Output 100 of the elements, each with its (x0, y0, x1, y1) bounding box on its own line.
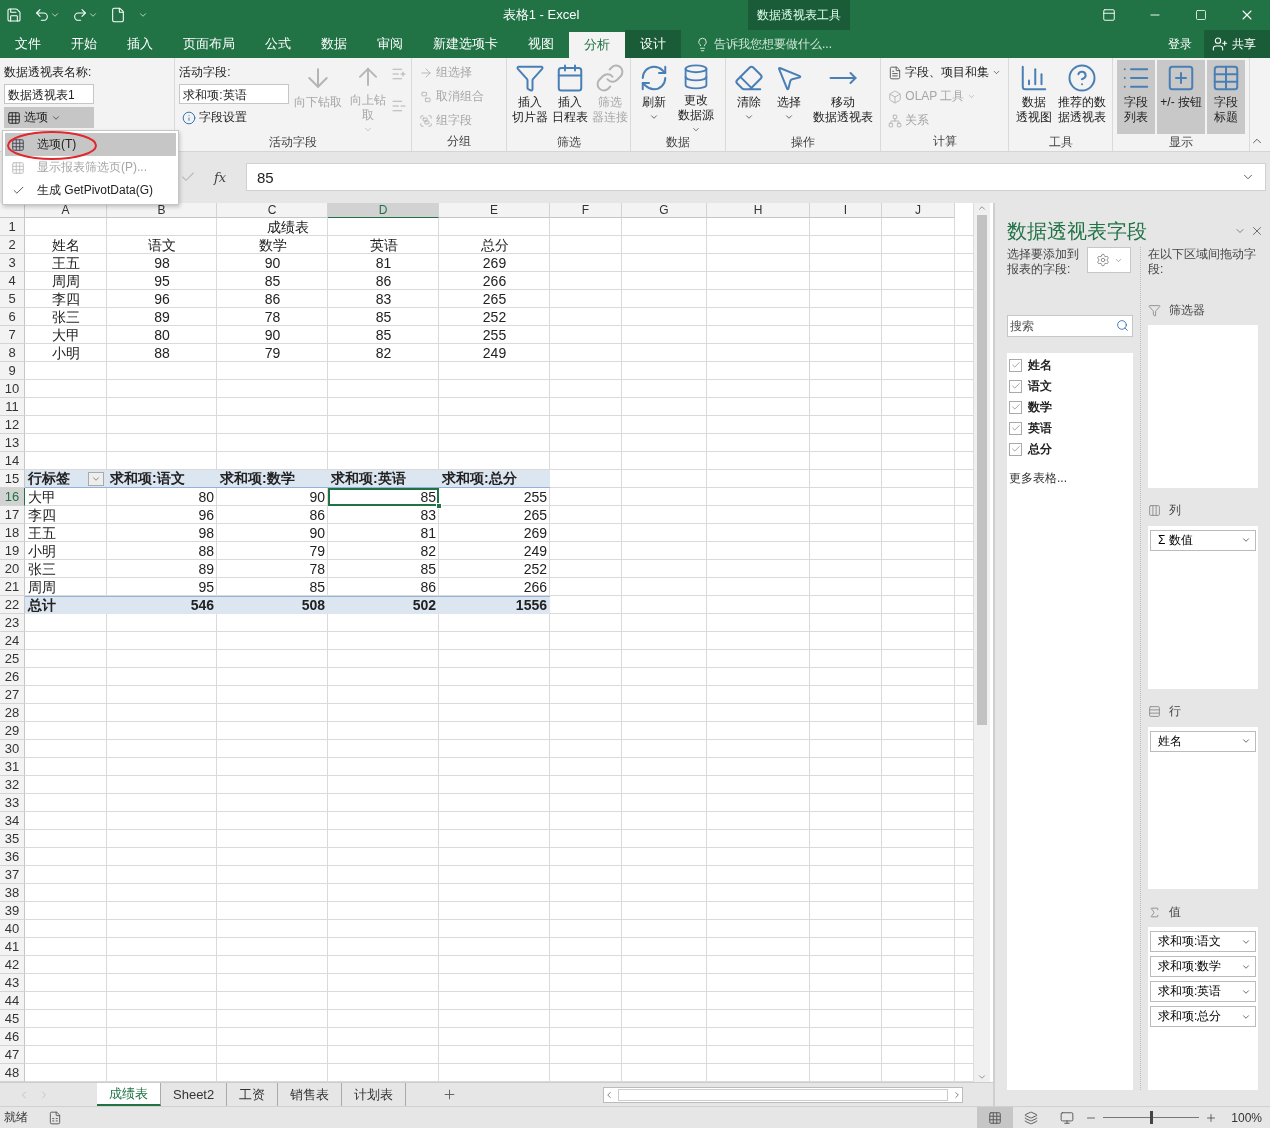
row-header[interactable]: 28 (0, 704, 25, 722)
row-header[interactable]: 5 (0, 290, 25, 308)
ribbon-tab[interactable]: 公式 (250, 30, 306, 58)
ribbon-button[interactable]: 刷新 (635, 60, 674, 134)
checkbox[interactable] (1009, 421, 1022, 435)
more-tables-link[interactable]: 更多表格... (1009, 470, 1131, 487)
normal-view-button[interactable] (977, 1107, 1014, 1128)
row-header[interactable]: 39 (0, 902, 25, 920)
row-header[interactable]: 24 (0, 632, 25, 650)
column-header[interactable]: B (107, 203, 217, 218)
insert-function-button[interactable]: fx (214, 169, 227, 185)
share-button[interactable]: 共享 (1204, 30, 1270, 58)
row-header[interactable]: 35 (0, 830, 25, 848)
area-field-item[interactable]: 求和项:英语 (1150, 981, 1256, 1003)
ribbon-tab[interactable]: 审阅 (362, 30, 418, 58)
tell-me-field[interactable]: 告诉我您想要做什么... (714, 35, 832, 53)
pivot-name-field[interactable]: 数据透视表1 (4, 84, 94, 104)
row-header[interactable]: 29 (0, 722, 25, 740)
row-header[interactable]: 22 (0, 596, 25, 614)
row-header[interactable]: 15 (0, 470, 25, 488)
scroll-thumb[interactable] (977, 215, 987, 725)
row-header[interactable]: 2 (0, 236, 25, 254)
drop-area[interactable]: Σ 数值 (1148, 525, 1258, 689)
ribbon-button[interactable]: 选择 (770, 60, 809, 134)
column-header[interactable]: J (882, 203, 955, 218)
ribbon-tab[interactable]: 开始 (56, 30, 112, 58)
ribbon-button[interactable]: +/- 按钮 (1157, 60, 1205, 134)
filter-dropdown-button[interactable] (88, 471, 104, 486)
column-header[interactable]: H (707, 203, 810, 218)
row-header[interactable]: 26 (0, 668, 25, 686)
row-header[interactable]: 34 (0, 812, 25, 830)
row-header[interactable]: 11 (0, 398, 25, 416)
row-header[interactable]: 23 (0, 614, 25, 632)
formula-field[interactable]: 85 (246, 163, 1266, 191)
area-field-item[interactable]: 求和项:语文 (1150, 931, 1256, 953)
scroll-thumb[interactable] (618, 1088, 949, 1101)
ribbon-button[interactable]: 移动数据透视表 (810, 60, 877, 134)
search-field[interactable]: 搜索 (1007, 315, 1133, 337)
ribbon-tab[interactable]: 设计 (625, 30, 681, 58)
row-header[interactable]: 42 (0, 956, 25, 974)
row-header[interactable]: 46 (0, 1028, 25, 1046)
row-header[interactable]: 32 (0, 776, 25, 794)
row-header[interactable]: 37 (0, 866, 25, 884)
area-field-item[interactable]: Σ 数值 (1150, 529, 1256, 551)
ribbon-tab[interactable]: 页面布局 (168, 30, 250, 58)
zoom-thumb[interactable] (1150, 1111, 1154, 1124)
row-header[interactable]: 44 (0, 992, 25, 1010)
ribbon-tab[interactable]: 视图 (513, 30, 569, 58)
row-header[interactable]: 3 (0, 254, 25, 272)
row-header[interactable]: 13 (0, 434, 25, 452)
row-header[interactable]: 12 (0, 416, 25, 434)
active-field-field[interactable]: 求和项:英语 (179, 84, 290, 104)
row-header[interactable]: 45 (0, 1010, 25, 1028)
vertical-scrollbar[interactable] (973, 203, 990, 1082)
settings-button[interactable] (1087, 247, 1131, 273)
menu-item[interactable]: 生成 GetPivotData(G) (5, 179, 176, 202)
row-header[interactable]: 21 (0, 578, 25, 596)
row-header[interactable]: 43 (0, 974, 25, 992)
row-header[interactable]: 16 (0, 488, 25, 506)
horizontal-scrollbar[interactable] (603, 1086, 964, 1103)
row-header[interactable]: 25 (0, 650, 25, 668)
ribbon-tab[interactable]: 插入 (112, 30, 168, 58)
row-header[interactable]: 6 (0, 308, 25, 326)
row-header[interactable]: 31 (0, 758, 25, 776)
ribbon-button[interactable]: 字段标题 (1207, 60, 1245, 134)
row-header[interactable]: 27 (0, 686, 25, 704)
row-header[interactable]: 9 (0, 362, 25, 380)
ribbon-tab[interactable]: 数据 (306, 30, 362, 58)
ribbon-button[interactable]: 插入切片器 (511, 60, 550, 134)
ribbon-button[interactable]: 字段列表 (1117, 60, 1156, 134)
row-header[interactable]: 41 (0, 938, 25, 956)
checkbox[interactable] (1009, 358, 1022, 372)
column-header[interactable]: F (550, 203, 622, 218)
checkbox[interactable] (1009, 379, 1022, 393)
row-header[interactable]: 48 (0, 1064, 25, 1082)
sign-in-link[interactable]: 登录 (1156, 30, 1204, 58)
row-header[interactable]: 20 (0, 560, 25, 578)
row-header[interactable]: 33 (0, 794, 25, 812)
row-header[interactable]: 40 (0, 920, 25, 938)
ribbon-button[interactable]: 推荐的数据透视表 (1056, 60, 1109, 134)
column-header[interactable]: G (622, 203, 707, 218)
row-header[interactable]: 14 (0, 452, 25, 470)
row-header[interactable]: 30 (0, 740, 25, 758)
row-header[interactable]: 1 (0, 218, 25, 236)
column-header[interactable]: E (439, 203, 550, 218)
row-header[interactable]: 19 (0, 542, 25, 560)
ribbon-button[interactable]: 字段、项目和集 (885, 62, 1005, 83)
area-field-item[interactable]: 求和项:总分 (1150, 1006, 1256, 1028)
ribbon-tab[interactable]: 文件 (0, 30, 56, 58)
row-header[interactable]: 7 (0, 326, 25, 344)
ribbon-button[interactable]: 数据透视图 (1013, 60, 1055, 134)
ribbon-button[interactable]: 插入日程表 (551, 60, 590, 134)
field-settings-button[interactable]: 字段设置 (179, 107, 290, 128)
column-header[interactable]: C (217, 203, 328, 218)
row-header[interactable]: 8 (0, 344, 25, 362)
ribbon-button[interactable]: 清除 (730, 60, 769, 134)
checkbox[interactable] (1009, 400, 1022, 414)
sheet-tab[interactable]: 成绩表 (97, 1083, 161, 1106)
row-header[interactable]: 38 (0, 884, 25, 902)
row-header[interactable]: 10 (0, 380, 25, 398)
